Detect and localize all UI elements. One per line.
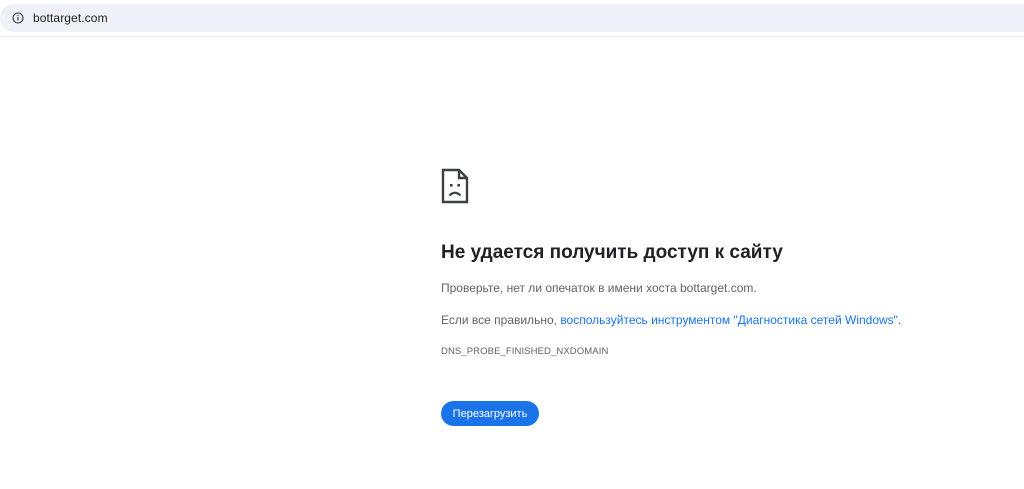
network-diagnostics-link[interactable]: воспользуйтесь инструментом "Диагностика… (560, 313, 898, 327)
page-title: Не удается получить доступ к сайту (441, 242, 783, 263)
toolbar-divider (0, 36, 1024, 37)
suggestion-suffix: . (897, 313, 902, 327)
url-text[interactable]: bottarget.com (33, 11, 108, 25)
diagnostics-suggestion: Если все правильно, воспользуйтесь инстр… (441, 313, 901, 327)
sad-document-icon (441, 168, 469, 204)
error-code: DNS_PROBE_FINISHED_NXDOMAIN (441, 346, 609, 357)
check-hostname-text: Проверьте, нет ли опечаток в имени хоста… (441, 281, 757, 295)
reload-button[interactable]: Перезагрузить (441, 401, 539, 426)
info-circle-icon[interactable] (12, 12, 24, 24)
address-bar[interactable]: bottarget.com (0, 4, 1024, 32)
suggestion-prefix: Если все правильно, (441, 313, 561, 327)
